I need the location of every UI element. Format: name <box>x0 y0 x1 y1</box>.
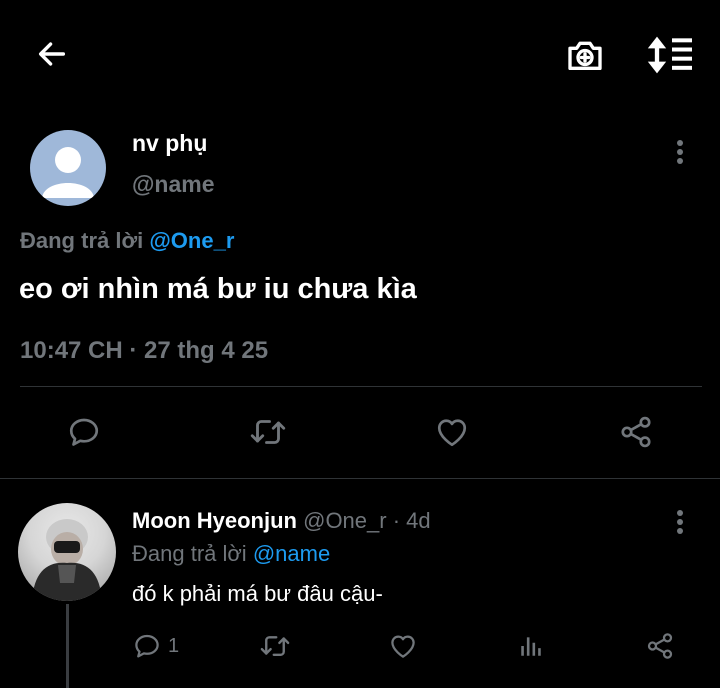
profile-photo-icon <box>32 519 102 601</box>
replying-prefix: Đang trả lời <box>20 228 144 253</box>
retweet-button[interactable] <box>244 410 292 454</box>
reply-display-name[interactable]: Moon Hyeonjun <box>132 508 297 533</box>
thread-line <box>66 604 69 688</box>
tweet-more-button[interactable] <box>664 134 696 170</box>
like-icon <box>391 635 415 658</box>
views-icon <box>521 637 541 656</box>
reply-count: 1 <box>168 634 180 657</box>
reply-views-button[interactable] <box>513 628 549 664</box>
reply-retweet-button[interactable] <box>256 628 294 664</box>
avatar[interactable] <box>18 503 116 601</box>
tweet-display-name[interactable]: nv phụ <box>132 130 207 157</box>
replying-prefix: Đang trả lời <box>132 541 247 566</box>
more-vertical-icon <box>677 510 683 534</box>
replying-to-line: Đang trả lời @One_r <box>20 228 234 254</box>
default-avatar-icon <box>42 147 94 198</box>
reply-like-button[interactable] <box>385 628 421 664</box>
reply-handle[interactable]: @One_r <box>303 508 386 533</box>
reply-icon <box>69 418 99 446</box>
more-vertical-icon <box>677 140 683 164</box>
share-button[interactable] <box>614 410 658 454</box>
retweet-icon <box>260 636 290 656</box>
reply-button[interactable] <box>62 410 106 454</box>
share-icon <box>647 633 673 659</box>
reply-text: đó k phải má bư đâu cậu- <box>132 581 383 606</box>
reply-replying-to-line: Đang trả lời @name <box>132 541 330 567</box>
tweet-handle[interactable]: @name <box>132 171 215 198</box>
divider <box>0 478 720 479</box>
back-button[interactable] <box>28 30 76 78</box>
reply-time: · 4d <box>392 508 431 533</box>
reply-header: Moon Hyeonjun @One_r · 4d <box>132 508 431 534</box>
tweet-timestamp[interactable]: 10:47 CH · 27 thg 4 25 <box>20 337 268 365</box>
like-button[interactable] <box>430 410 474 454</box>
sort-button[interactable] <box>645 30 699 80</box>
retweet-icon <box>250 420 286 444</box>
reply-share-button[interactable] <box>642 628 678 664</box>
avatar[interactable] <box>30 130 106 206</box>
camera-button[interactable] <box>560 30 610 80</box>
reply-more-button[interactable] <box>664 504 696 540</box>
tweet-text: eo ơi nhìn má bư iu chưa kìa <box>19 273 417 305</box>
arrow-left-icon <box>38 42 66 66</box>
replying-to-link[interactable]: @name <box>253 541 330 566</box>
share-icon <box>621 416 651 448</box>
replying-to-link[interactable]: @One_r <box>149 228 234 253</box>
like-icon <box>437 419 467 447</box>
reply-icon <box>135 634 159 658</box>
camera-add-icon <box>568 41 602 71</box>
divider <box>20 386 702 387</box>
reply-reply-button[interactable]: 1 <box>132 630 179 662</box>
sort-list-icon <box>647 36 692 74</box>
